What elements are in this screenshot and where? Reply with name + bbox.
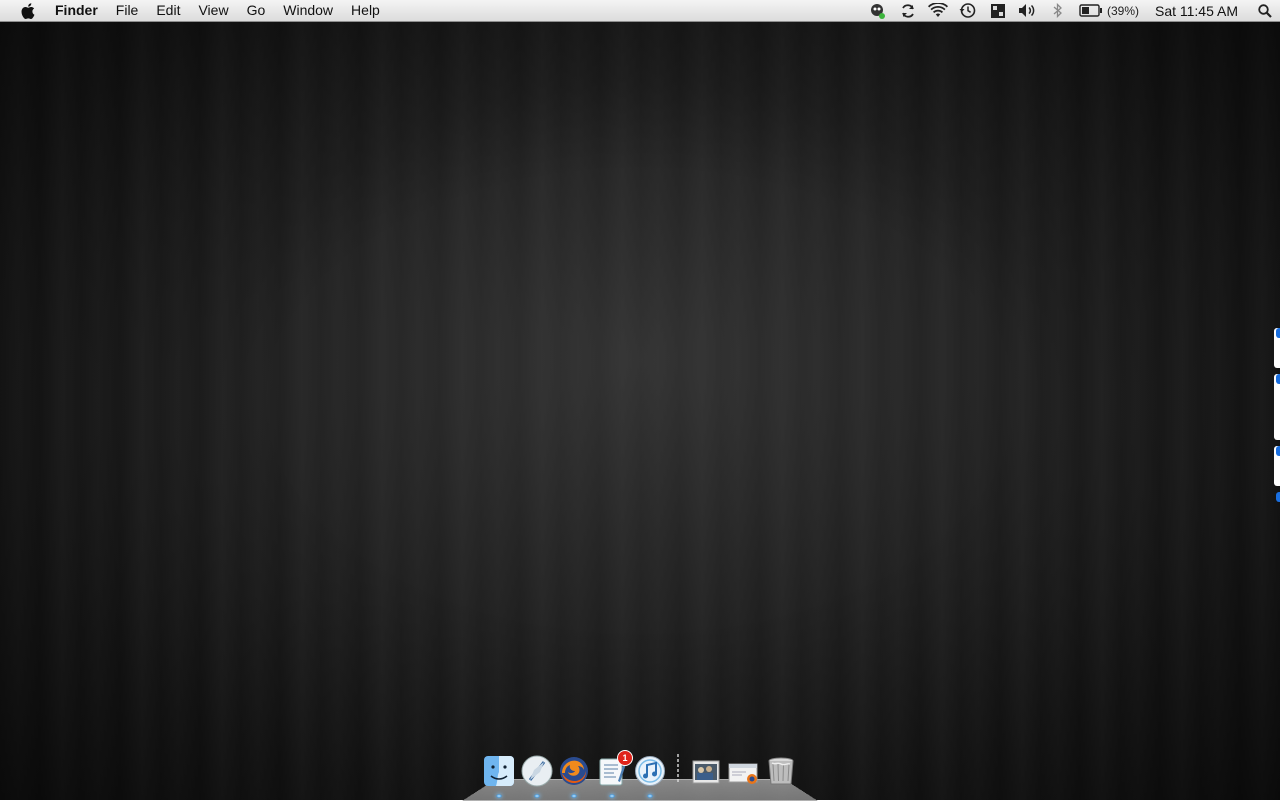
battery-status[interactable]: (39%) [1073, 4, 1145, 18]
notification-badge: 1 [617, 750, 634, 766]
menu-left: Finder File Edit View Go Window Help [0, 0, 389, 21]
dock-item-textedit[interactable]: 1 [595, 750, 634, 798]
menu-edit[interactable]: Edit [147, 0, 189, 21]
running-indicator [646, 794, 653, 798]
spotlight-search-icon[interactable] [1250, 3, 1280, 18]
pictures-stack-icon [692, 760, 720, 784]
firefox-icon [560, 757, 589, 785]
edge-tab-2-marker [1276, 374, 1280, 384]
menu-view[interactable]: View [189, 0, 237, 21]
apple-menu-icon[interactable] [18, 2, 38, 19]
edge-tab-4-marker [1276, 492, 1280, 502]
finder-icon [483, 756, 514, 786]
menu-go[interactable]: Go [238, 0, 275, 21]
sync-icon[interactable] [893, 0, 923, 21]
downloads-stack-icon [728, 763, 758, 784]
dock-item-browser[interactable] [520, 754, 554, 798]
dock-item-finder[interactable] [482, 754, 516, 798]
menu-app-name[interactable]: Finder [46, 0, 107, 21]
dock-item-firefox[interactable] [558, 754, 592, 798]
menu-file[interactable]: File [107, 0, 148, 21]
edge-drawer-tab[interactable] [1274, 328, 1280, 506]
dock-stack-pictures[interactable] [689, 754, 723, 788]
dock: 1 [480, 748, 800, 800]
desktop-background[interactable] [0, 0, 1280, 800]
trash-icon [768, 757, 794, 785]
menu-bar: Finder File Edit View Go Window Help (39… [0, 0, 1280, 22]
running-indicator [533, 794, 540, 798]
running-indicator [609, 794, 616, 798]
running-indicator [571, 794, 578, 798]
edge-tab-1-marker [1276, 328, 1280, 338]
dock-separator[interactable] [673, 754, 683, 788]
messenger-status-icon[interactable] [863, 0, 893, 21]
menu-extras: (39%) Sat 11:45 AM [863, 0, 1280, 21]
menubar-clock[interactable]: Sat 11:45 AM [1145, 3, 1250, 19]
bluetooth-icon[interactable] [1043, 0, 1073, 21]
wifi-icon[interactable] [923, 0, 953, 21]
dock-item-itunes[interactable] [633, 754, 667, 798]
edge-tab-3-marker [1276, 446, 1280, 456]
volume-icon[interactable] [1013, 0, 1043, 21]
itunes-icon [634, 756, 665, 786]
browser-icon [521, 755, 553, 787]
menu-window[interactable]: Window [274, 0, 342, 21]
spaces-icon[interactable] [983, 0, 1013, 21]
dock-stack-downloads[interactable] [727, 754, 761, 788]
time-machine-icon[interactable] [953, 0, 983, 21]
menu-help[interactable]: Help [342, 0, 389, 21]
battery-percent: (39%) [1106, 3, 1139, 18]
battery-icon [1079, 4, 1102, 17]
dock-item-trash[interactable] [764, 754, 798, 788]
running-indicator [495, 794, 502, 798]
